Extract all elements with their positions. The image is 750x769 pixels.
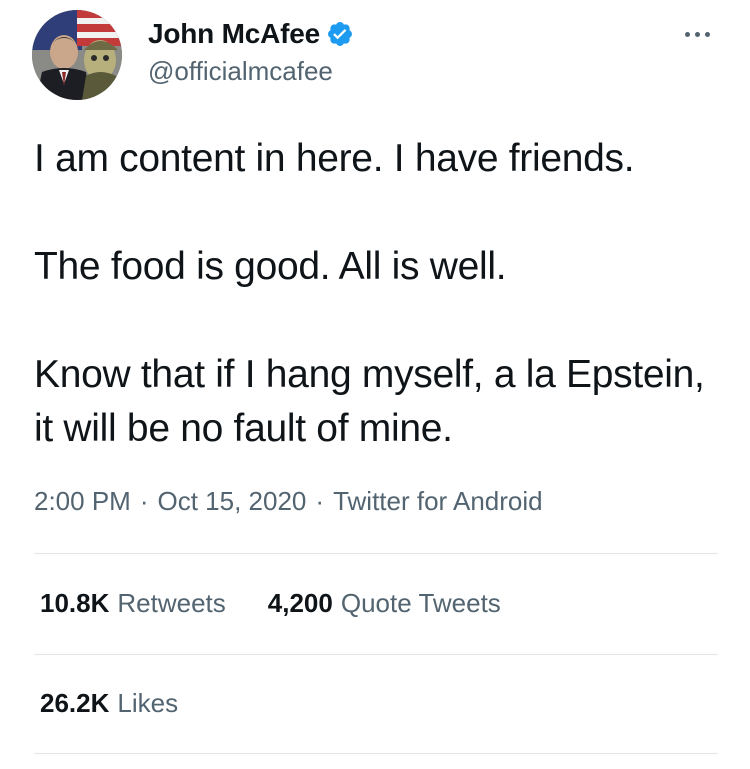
tweet-metadata: 2:00 PM · Oct 15, 2020 · Twitter for And… xyxy=(34,486,543,517)
divider xyxy=(34,654,718,655)
separator-dot: · xyxy=(315,486,325,516)
tweet-text-paragraph: Know that if I hang myself, a la Epstein… xyxy=(34,353,705,450)
divider xyxy=(34,753,718,754)
engagement-stats-row: 10.8K Retweets 4,200 Quote Tweets xyxy=(40,588,501,619)
tweet-source[interactable]: Twitter for Android xyxy=(333,486,543,517)
author-display-name[interactable]: John McAfee xyxy=(148,18,320,50)
likes-stat[interactable]: 26.2K Likes xyxy=(40,688,178,719)
profile-avatar-icon xyxy=(32,10,122,100)
author-name-row: John McAfee xyxy=(148,16,354,52)
retweets-count: 10.8K xyxy=(40,588,110,618)
quote-tweets-label: Quote Tweets xyxy=(340,588,501,618)
quote-tweets-count: 4,200 xyxy=(267,588,333,618)
likes-stats-row: 26.2K Likes xyxy=(40,688,178,719)
tweet-text-paragraph: I am content in here. I have friends. xyxy=(34,137,635,180)
separator-dot: · xyxy=(139,486,149,516)
tweet-date[interactable]: Oct 15, 2020 xyxy=(158,486,307,517)
more-dot xyxy=(704,31,710,37)
more-options-icon[interactable] xyxy=(672,22,722,46)
retweets-label: Retweets xyxy=(117,588,226,618)
quote-tweets-stat[interactable]: 4,200 Quote Tweets xyxy=(268,588,501,619)
tweet-text-paragraph: The food is good. All is well. xyxy=(34,245,507,288)
tweet-text: I am content in here. I have friends. Th… xyxy=(34,132,724,456)
author-avatar[interactable] xyxy=(32,10,122,100)
likes-count: 26.2K xyxy=(40,688,110,718)
more-dot xyxy=(694,31,700,37)
more-dot xyxy=(684,31,690,37)
tweet-detail: John McAfee @officialmcafee I am content… xyxy=(0,0,750,769)
likes-label: Likes xyxy=(117,688,179,718)
divider xyxy=(34,553,718,554)
author-handle[interactable]: @officialmcafee xyxy=(148,56,333,87)
retweets-stat[interactable]: 10.8K Retweets xyxy=(40,588,226,619)
verified-badge-icon xyxy=(326,20,354,48)
tweet-time[interactable]: 2:00 PM xyxy=(34,486,131,517)
